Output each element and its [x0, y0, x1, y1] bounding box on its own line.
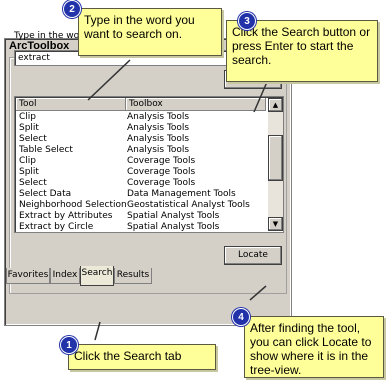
callout-2-badge: 2 [63, 0, 81, 18]
callout-1-badge: 1 [60, 336, 78, 354]
callout-2-text: Type in the word you want to search on. [84, 13, 195, 41]
callout-4: After finding the tool, you can click Lo… [244, 316, 384, 378]
callout-1: Click the Search tab [68, 344, 216, 370]
callout-4-badge: 4 [232, 308, 250, 326]
callout-1-text: Click the Search tab [74, 349, 182, 363]
callout-4-text: After finding the tool, you can click Lo… [250, 321, 372, 377]
callout-3-text: Click the Search button or press Enter t… [232, 25, 371, 67]
callout-3-badge: 3 [238, 12, 256, 30]
callout-2: Type in the word you want to search on. [78, 8, 222, 56]
